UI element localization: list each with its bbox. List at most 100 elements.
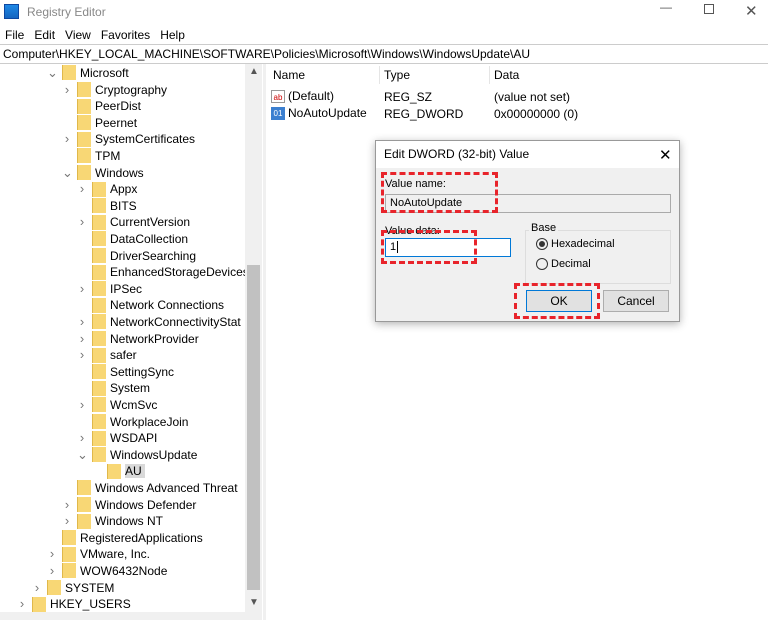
menu-file[interactable]: File <box>0 26 29 44</box>
value-row[interactable]: ab (Default) <box>271 89 334 104</box>
tree-item-label: WindowsUpdate <box>110 447 198 462</box>
maximize-button[interactable] <box>704 4 714 14</box>
folder-icon <box>92 281 106 297</box>
close-button[interactable]: ✕ <box>745 2 758 20</box>
expand-chevron-icon[interactable]: › <box>32 580 42 595</box>
tree-item[interactable]: WSDAPI <box>92 430 157 446</box>
tree-item[interactable]: WindowsUpdate <box>92 447 197 463</box>
tree-item[interactable]: NetworkProvider <box>92 330 199 347</box>
expand-chevron-icon[interactable]: › <box>77 181 87 196</box>
tree-item-label: NetworkConnectivityStat <box>110 315 241 329</box>
tree-item[interactable]: EnhancedStorageDevices <box>92 264 249 280</box>
tree-item[interactable]: System <box>92 380 150 396</box>
scroll-up-icon[interactable]: ▲ <box>249 66 259 77</box>
tree-item[interactable]: WOW6432Node <box>62 563 167 579</box>
menu-edit[interactable]: Edit <box>29 26 60 44</box>
tree-item-label: AU <box>125 464 145 479</box>
tree-item[interactable]: BITS <box>92 198 137 214</box>
value-row[interactable]: 01 NoAutoUpdate <box>271 106 367 121</box>
title-bar: Registry Editor — ✕ <box>0 0 768 24</box>
expand-chevron-icon[interactable]: › <box>62 82 72 97</box>
cancel-button[interactable]: Cancel <box>603 290 669 312</box>
folder-icon <box>92 247 106 263</box>
value-type: REG_SZ <box>384 90 433 104</box>
collapse-chevron-icon[interactable]: ⌄ <box>62 165 73 181</box>
expand-chevron-icon[interactable]: › <box>77 281 87 296</box>
tree-item[interactable]: WcmSvc <box>92 397 157 413</box>
expand-chevron-icon[interactable]: › <box>77 331 87 346</box>
tree-item-label: Appx <box>110 182 138 197</box>
collapse-chevron-icon[interactable]: ⌄ <box>47 65 58 81</box>
value-data: (value not set) <box>494 90 571 104</box>
tree-item[interactable]: AU <box>107 463 145 479</box>
tree-item[interactable]: CurrentVersion <box>92 214 190 230</box>
tree-item-label: RegisteredApplications <box>80 530 203 545</box>
tree-item[interactable]: SYSTEM <box>47 579 114 596</box>
hexadecimal-radio[interactable]: Hexadecimal <box>536 238 615 251</box>
dialog-close-icon[interactable]: ✕ <box>659 146 672 164</box>
tree-item-label: Windows <box>95 165 144 180</box>
column-header-data[interactable]: Data <box>494 68 519 82</box>
collapse-chevron-icon[interactable]: ⌄ <box>77 447 88 463</box>
expand-chevron-icon[interactable]: › <box>17 596 27 611</box>
folder-icon <box>32 596 46 612</box>
tree-item[interactable]: IPSec <box>92 281 142 297</box>
tree-item-label: DataCollection <box>110 232 189 246</box>
tree-item-label: TPM <box>95 149 121 163</box>
tree-item[interactable]: RegisteredApplications <box>62 530 203 546</box>
column-header-name[interactable]: Name <box>273 68 305 82</box>
tree-item[interactable]: Appx <box>92 181 137 197</box>
folder-icon <box>77 131 91 147</box>
tree-item[interactable]: Windows Defender <box>77 496 196 513</box>
tree-item[interactable]: VMware, Inc. <box>62 546 150 562</box>
menu-favorites[interactable]: Favorites <box>96 26 155 44</box>
folder-icon <box>77 496 91 512</box>
highlight-box <box>514 283 600 319</box>
tree-horizontal-scrollbar[interactable] <box>0 612 262 620</box>
tree-item[interactable]: TPM <box>77 148 120 164</box>
tree-item[interactable]: Windows NT <box>77 513 163 529</box>
tree-item[interactable]: Network Connections <box>92 297 224 313</box>
decimal-radio[interactable]: Decimal <box>536 258 591 271</box>
expand-chevron-icon[interactable]: › <box>77 347 87 362</box>
registry-icon <box>4 4 19 19</box>
registry-tree: ⌄ Microsoft › Cryptography PeerDist Peernet › S… <box>0 64 262 620</box>
tree-item[interactable]: DriverSearching <box>92 247 196 264</box>
expand-chevron-icon[interactable]: › <box>62 497 72 512</box>
tree-item[interactable]: DataCollection <box>92 231 188 247</box>
expand-chevron-icon[interactable]: › <box>77 397 87 412</box>
tree-item[interactable]: SystemCertificates <box>77 131 195 147</box>
tree-item[interactable]: safer <box>92 347 137 363</box>
menu-help[interactable]: Help <box>155 26 190 44</box>
tree-item[interactable]: Windows <box>77 164 144 181</box>
tree-item[interactable]: WorkplaceJoin <box>92 413 188 430</box>
expand-chevron-icon[interactable]: › <box>77 430 87 445</box>
expand-chevron-icon[interactable]: › <box>77 214 87 229</box>
tree-item[interactable]: PeerDist <box>77 98 141 114</box>
scroll-down-icon[interactable]: ▼ <box>249 597 259 608</box>
expand-chevron-icon[interactable]: › <box>77 314 87 329</box>
expand-chevron-icon[interactable]: › <box>47 563 57 578</box>
tree-item-label: Windows Advanced Threat <box>95 481 238 495</box>
expand-chevron-icon[interactable]: › <box>62 513 72 528</box>
tree-item[interactable]: Peernet <box>77 115 137 131</box>
tree-item-label: NetworkProvider <box>110 331 199 346</box>
window-title: Registry Editor <box>27 5 106 19</box>
scrollbar-thumb[interactable] <box>247 265 260 590</box>
tree-item[interactable]: HKEY_USERS <box>32 596 131 612</box>
tree-item[interactable]: SettingSync <box>92 364 174 380</box>
minimize-button[interactable]: — <box>660 0 680 14</box>
tree-item[interactable]: Microsoft <box>62 65 129 81</box>
pane-splitter[interactable] <box>263 64 266 620</box>
menu-view[interactable]: View <box>60 26 96 44</box>
tree-item[interactable]: Cryptography <box>77 81 167 98</box>
expand-chevron-icon[interactable]: › <box>62 131 72 146</box>
string-value-icon: ab <box>271 90 285 104</box>
tree-item-label: EnhancedStorageDevices <box>110 265 249 280</box>
folder-icon <box>92 447 106 463</box>
tree-item[interactable]: NetworkConnectivityStat <box>92 314 241 330</box>
column-header-type[interactable]: Type <box>384 68 410 82</box>
address-bar[interactable]: Computer\HKEY_LOCAL_MACHINE\SOFTWARE\Pol… <box>0 44 768 64</box>
tree-item[interactable]: Windows Advanced Threat <box>77 480 238 496</box>
expand-chevron-icon[interactable]: › <box>47 546 57 561</box>
